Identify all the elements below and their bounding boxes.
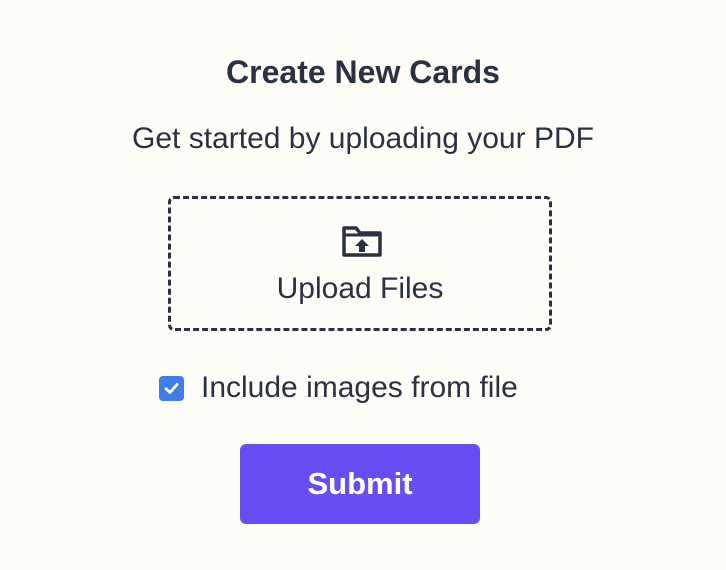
- submit-button[interactable]: Submit: [240, 444, 480, 524]
- page-title: Create New Cards: [226, 54, 500, 90]
- include-images-checkbox[interactable]: [159, 375, 184, 401]
- upload-dropzone[interactable]: Upload Files: [168, 196, 552, 331]
- include-images-label: Include images from file: [201, 371, 518, 404]
- page-subtitle: Get started by uploading your PDF: [132, 122, 594, 155]
- include-images-option[interactable]: Include images from file: [159, 368, 518, 408]
- folder-upload-icon: [341, 224, 383, 258]
- check-icon: [164, 382, 179, 394]
- upload-files-label: Upload Files: [276, 272, 444, 305]
